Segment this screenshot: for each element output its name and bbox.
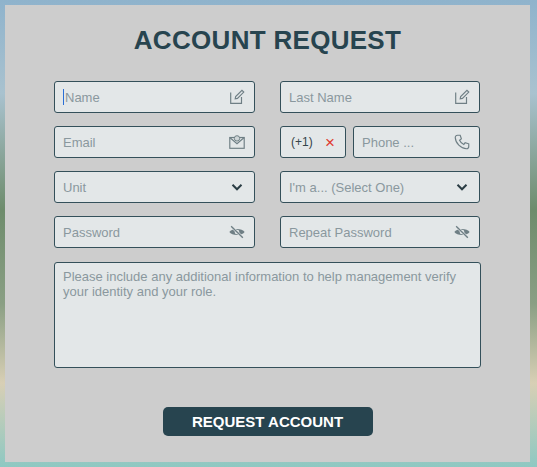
select-field[interactable]: I'm a... (Select One) [280,171,480,203]
password-field[interactable]: Password [54,216,255,248]
country-code-field[interactable]: (+1) × [280,126,346,158]
placeholder: Email [63,135,222,150]
country-code: (+1) [291,135,313,149]
placeholder: Repeat Password [289,225,447,240]
placeholder: Name [65,90,222,105]
text-caret [63,89,64,105]
placeholder: Please include any additional informatio… [63,269,456,299]
button-row: REQUEST ACCOUNT [54,407,481,436]
placeholder: Last Name [289,90,447,105]
email-field[interactable]: Email [54,126,255,158]
eye-slash-icon [228,223,246,241]
placeholder: I'm a... (Select One) [289,180,447,195]
edit-icon [228,88,246,106]
password-field[interactable]: Repeat Password [280,216,480,248]
envelope-icon [228,133,246,151]
background-photo: ACCOUNT REQUEST Name Last Name Email (+1) × Ph… [0,0,537,467]
form-title: ACCOUNT REQUEST [54,25,481,55]
request-account-button[interactable]: REQUEST ACCOUNT [163,407,373,436]
placeholder: Password [63,225,222,240]
clear-code-button[interactable]: × [325,134,335,151]
phone-field[interactable]: Phone ... [353,126,480,158]
text-field[interactable]: Name [54,81,255,113]
eye-slash-icon [453,223,471,241]
placeholder: Phone ... [362,135,447,150]
account-request-card: ACCOUNT REQUEST Name Last Name Email (+1) × Ph… [5,5,530,462]
form-grid: Name Last Name Email (+1) × Phone ... Unit I'm … [54,81,481,248]
chevron-down-icon [453,178,471,196]
text-field[interactable]: Last Name [280,81,480,113]
select-field[interactable]: Unit [54,171,255,203]
phone-group: (+1) × Phone ... [280,126,480,158]
phone-icon [453,133,471,151]
placeholder: Unit [63,180,222,195]
edit-icon [453,88,471,106]
chevron-down-icon [228,178,246,196]
additional-info-textarea[interactable]: Please include any additional informatio… [54,262,481,368]
